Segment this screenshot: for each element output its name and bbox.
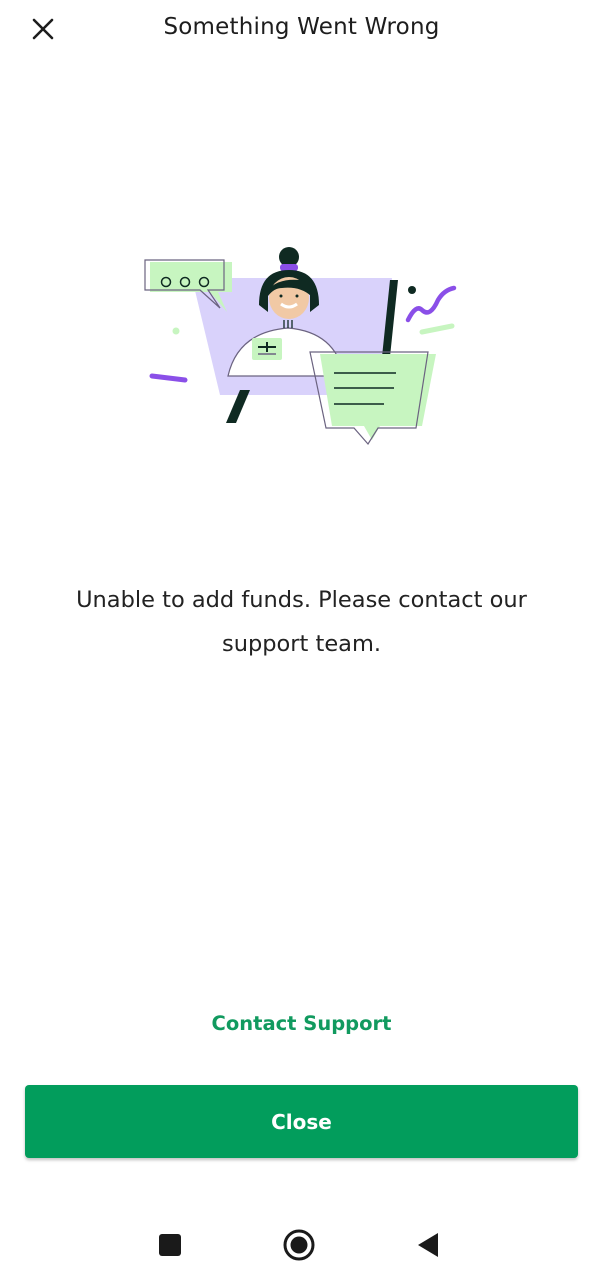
recents-button[interactable] — [150, 1225, 190, 1265]
back-button[interactable] — [409, 1225, 449, 1265]
circle-home-icon — [283, 1229, 315, 1261]
square-icon — [159, 1234, 181, 1256]
contact-support-link[interactable]: Contact Support — [0, 1012, 603, 1035]
error-screen: Something Went Wrong Unable to add funds… — [0, 0, 603, 1280]
page-title: Something Went Wrong — [163, 14, 440, 40]
error-message: Unable to add funds. Please contact our … — [76, 587, 527, 657]
close-button[interactable]: Close — [25, 1085, 578, 1158]
header: Something Went Wrong — [0, 0, 603, 60]
triangle-back-icon — [418, 1233, 438, 1257]
home-button[interactable] — [279, 1225, 319, 1265]
support-agent-illustration — [140, 240, 470, 455]
system-nav-bar — [0, 1205, 603, 1280]
